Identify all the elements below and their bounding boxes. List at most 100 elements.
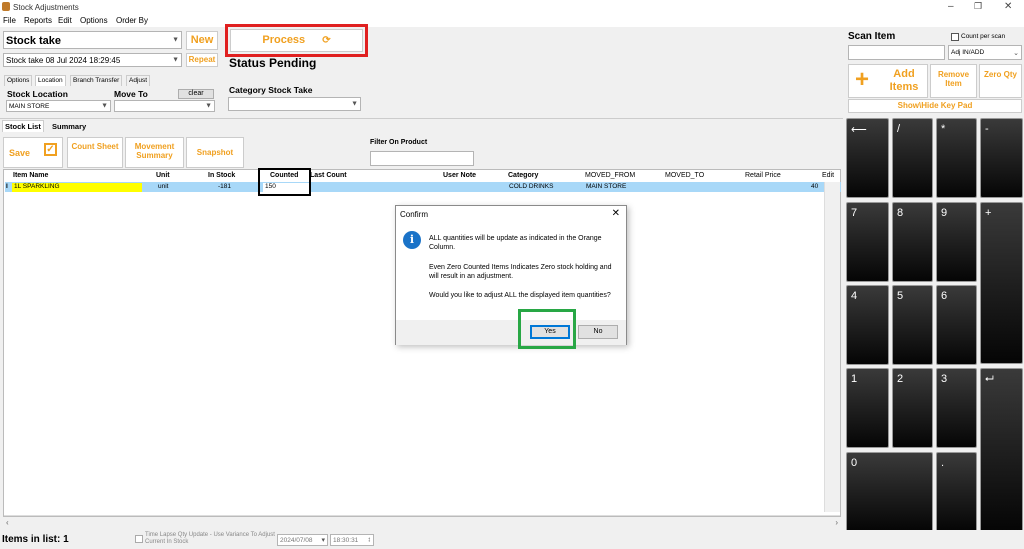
time-picker[interactable]: 18:30:31 ↕ xyxy=(330,534,374,546)
scan-input[interactable] xyxy=(848,45,945,60)
window-title: Stock Adjustments xyxy=(13,3,79,12)
col-retail-price[interactable]: Retail Price xyxy=(745,172,781,179)
repeat-button[interactable]: Repeat xyxy=(186,53,218,67)
time-lapse-checkbox[interactable] xyxy=(135,535,143,543)
zero-qty-button[interactable]: Zero Qty xyxy=(979,64,1022,98)
session-select[interactable]: Stock take 08 Jul 2024 18:29:45 ▼ xyxy=(3,53,182,67)
save-label: Save xyxy=(9,148,31,158)
divider xyxy=(4,515,840,516)
divider xyxy=(0,118,843,119)
col-last-count[interactable]: Last Count xyxy=(310,172,347,179)
tab-stock-list[interactable]: Stock List xyxy=(2,120,44,132)
dialog-message-3: Would you like to adjust ALL the display… xyxy=(429,292,611,299)
key-backspace[interactable]: ⟵ xyxy=(846,118,889,198)
menu-edit[interactable]: Edit xyxy=(58,16,72,25)
dialog-message-1: ALL quantities will be update as indicat… xyxy=(429,235,602,251)
new-button[interactable]: New xyxy=(186,31,218,50)
cell-category[interactable]: COLD DRINKS xyxy=(509,183,553,190)
col-in-stock[interactable]: In Stock xyxy=(208,172,235,179)
keypad-toggle-button[interactable]: Show\Hide Key Pad xyxy=(848,99,1022,113)
col-edit[interactable]: Edit xyxy=(822,172,834,179)
key-0[interactable]: 0 xyxy=(846,452,933,532)
chevron-down-icon: ▼ xyxy=(101,102,108,110)
menu-order-by[interactable]: Order By xyxy=(116,16,148,25)
key-divide[interactable]: / xyxy=(892,118,933,198)
process-button[interactable]: Process ⟳ xyxy=(230,29,363,52)
time-lapse-label: Time Lapse Qty Update - Use Variance To … xyxy=(145,532,275,545)
col-moved-from[interactable]: MOVED_FROM xyxy=(585,172,635,179)
snapshot-button[interactable]: Snapshot xyxy=(186,137,244,168)
movement-summary-button[interactable]: Movement Summary xyxy=(125,137,184,168)
add-items-label: Add Items xyxy=(889,68,919,93)
tab-adjust[interactable]: Adjust xyxy=(126,75,151,86)
stock-location-select[interactable]: MAIN STORE ▼ xyxy=(6,100,111,112)
clear-button[interactable]: clear xyxy=(178,89,214,99)
date-picker[interactable]: 2024/07/08 ▾ xyxy=(277,534,328,546)
plus-icon: + xyxy=(855,66,870,93)
key-2[interactable]: 2 xyxy=(892,368,933,448)
cell-moved-from[interactable]: MAIN STORE xyxy=(586,183,626,190)
cell-retail-price[interactable]: 40 xyxy=(811,183,818,190)
menu-options[interactable]: Options xyxy=(80,16,108,25)
key-plus[interactable]: + xyxy=(980,202,1023,364)
cell-unit[interactable]: unit xyxy=(158,183,168,190)
key-enter[interactable]: ⮠ xyxy=(980,368,1023,532)
time-value: 18:30:31 xyxy=(333,537,359,544)
move-to-select[interactable]: ▼ xyxy=(114,100,215,112)
cell-in-stock[interactable]: -181 xyxy=(218,183,231,190)
key-3[interactable]: 3 xyxy=(936,368,977,448)
add-items-button[interactable]: + Add Items xyxy=(848,64,928,98)
check-icon: ✓ xyxy=(44,143,57,156)
col-unit[interactable]: Unit xyxy=(156,172,170,179)
filter-input[interactable] xyxy=(370,151,474,166)
key-1[interactable]: 1 xyxy=(846,368,889,448)
tab-summary[interactable]: Summary xyxy=(52,122,86,131)
key-4[interactable]: 4 xyxy=(846,285,889,365)
key-5[interactable]: 5 xyxy=(892,285,933,365)
key-7[interactable]: 7 xyxy=(846,202,889,282)
key-decimal[interactable]: . xyxy=(936,452,977,532)
key-8[interactable]: 8 xyxy=(892,202,933,282)
stock-location-label: Stock Location xyxy=(7,89,68,99)
count-per-scan-checkbox[interactable] xyxy=(951,33,959,41)
items-count: Items in list: 1 xyxy=(2,534,69,545)
close-icon[interactable]: ✕ xyxy=(1004,1,1012,12)
menu-file[interactable]: File xyxy=(3,16,16,25)
scroll-left-icon[interactable]: ‹ xyxy=(6,518,9,527)
cell-item-name[interactable]: 1L SPARKLING xyxy=(12,183,142,192)
key-minus[interactable]: - xyxy=(980,118,1023,198)
key-multiply[interactable]: * xyxy=(936,118,977,198)
close-icon[interactable]: ✕ xyxy=(612,208,620,219)
key-9[interactable]: 9 xyxy=(936,202,977,282)
date-value: 2024/07/08 xyxy=(280,537,313,544)
horizontal-scrollbar[interactable]: ‹ › xyxy=(3,517,841,529)
col-item-name[interactable]: Item Name xyxy=(13,172,48,179)
col-user-note[interactable]: User Note xyxy=(443,172,476,179)
mode-select[interactable]: Stock take ▼ xyxy=(3,31,182,49)
category-select[interactable]: ▼ xyxy=(228,97,361,111)
minimize-icon[interactable]: – xyxy=(948,1,954,12)
scroll-right-icon[interactable]: › xyxy=(835,518,838,527)
menu-reports[interactable]: Reports xyxy=(24,16,52,25)
dialog-message-2: Even Zero Counted Items Indicates Zero s… xyxy=(429,264,612,280)
category-label: Category Stock Take xyxy=(229,85,313,95)
maximize-icon[interactable]: ❐ xyxy=(974,1,982,12)
adj-mode-select[interactable]: Adj IN/ADD ⌄ xyxy=(948,45,1022,60)
col-category[interactable]: Category xyxy=(508,172,538,179)
save-button[interactable]: Save ✓ xyxy=(3,137,63,168)
counted-highlight xyxy=(258,168,311,196)
remove-item-button[interactable]: Remove Item xyxy=(930,64,977,98)
tab-location[interactable]: Location xyxy=(35,75,66,86)
vertical-scrollbar[interactable] xyxy=(824,182,840,512)
chevron-down-icon: ⌄ xyxy=(1013,49,1019,57)
chevron-down-icon: ▼ xyxy=(172,56,179,64)
col-moved-to[interactable]: MOVED_TO xyxy=(665,172,704,179)
session-value: Stock take 08 Jul 2024 18:29:45 xyxy=(6,56,121,65)
key-6[interactable]: 6 xyxy=(936,285,977,365)
chevron-down-icon: ▼ xyxy=(205,102,212,110)
no-button[interactable]: No xyxy=(578,325,618,339)
table-row[interactable]: I 1L SPARKLING unit -181 150 COLD DRINKS… xyxy=(5,182,841,192)
tab-branch-transfer[interactable]: Branch Transfer xyxy=(70,75,123,86)
tab-options[interactable]: Options xyxy=(4,75,33,86)
count-sheet-button[interactable]: Count Sheet xyxy=(67,137,123,168)
